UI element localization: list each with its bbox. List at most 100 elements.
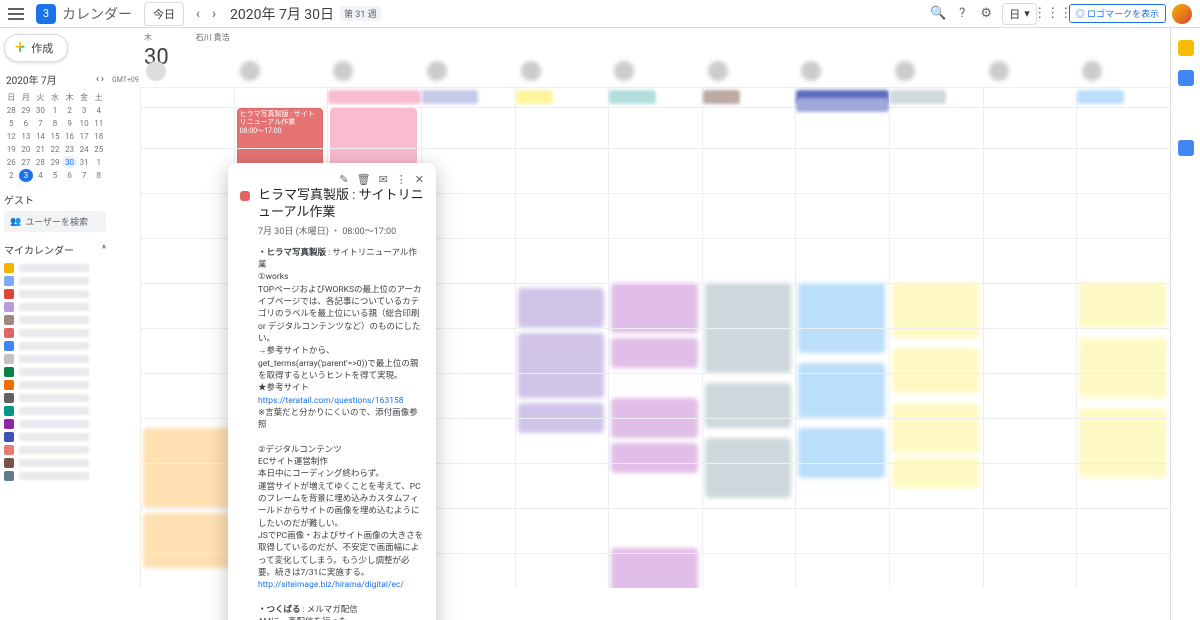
minical-day[interactable]: 16	[62, 130, 77, 143]
menu-icon[interactable]	[8, 4, 28, 24]
minical-day[interactable]: 29	[48, 156, 63, 169]
calendar-event[interactable]	[892, 403, 979, 453]
help-icon[interactable]: ?	[952, 4, 972, 24]
calendar-list-item[interactable]	[4, 471, 106, 481]
calendar-checkbox[interactable]	[4, 419, 14, 429]
resource-column-header[interactable]	[889, 28, 983, 87]
calendar-list-item[interactable]	[4, 367, 106, 377]
calendar-list-item[interactable]	[4, 354, 106, 364]
calendar-event[interactable]	[798, 363, 885, 418]
calendar-checkbox[interactable]	[4, 367, 14, 377]
calendar-event[interactable]	[892, 283, 979, 338]
minical-day[interactable]: 9	[62, 117, 77, 130]
minical-prev[interactable]: ‹	[96, 74, 99, 85]
calendar-event[interactable]	[611, 548, 698, 588]
minical-day[interactable]: 17	[77, 130, 92, 143]
prev-day-button[interactable]: ‹	[190, 6, 206, 22]
calendar-list-item[interactable]	[4, 263, 106, 273]
keep-icon[interactable]	[1178, 40, 1194, 56]
calendar-checkbox[interactable]	[4, 289, 14, 299]
minical-day[interactable]: 3	[77, 104, 92, 117]
minical-day[interactable]: 2	[4, 169, 19, 182]
day-column[interactable]	[795, 108, 889, 588]
account-avatar[interactable]	[1172, 4, 1192, 24]
minical-day[interactable]: 13	[19, 130, 34, 143]
calendar-list-item[interactable]	[4, 341, 106, 351]
allday-event[interactable]	[328, 90, 421, 104]
calendar-checkbox[interactable]	[4, 315, 14, 325]
allday-event[interactable]	[609, 90, 655, 104]
calendar-list-item[interactable]	[4, 432, 106, 442]
minical-day[interactable]: 2	[62, 104, 77, 117]
calendar-event[interactable]	[798, 428, 885, 478]
minical-day[interactable]: 31	[77, 156, 92, 169]
minical-day[interactable]: 5	[4, 117, 19, 130]
chevron-up-icon[interactable]: ^	[102, 244, 106, 255]
calendar-event[interactable]	[798, 283, 885, 353]
guest-search-input[interactable]: 👥 ユーザーを検索	[4, 211, 106, 232]
calendar-list-item[interactable]	[4, 393, 106, 403]
calendar-list-item[interactable]	[4, 380, 106, 390]
minical-day[interactable]: 26	[4, 156, 19, 169]
allday-event[interactable]	[422, 90, 478, 104]
popup-link-2[interactable]: http://siteimage.biz/hirama/digital/ec/	[258, 580, 404, 590]
minical-day[interactable]: 23	[62, 143, 77, 156]
mini-calendar[interactable]: 日月火水木金土282930123456789101112131415161718…	[4, 91, 106, 182]
apps-grid-icon[interactable]: ⋮⋮⋮	[1043, 4, 1063, 24]
edit-icon[interactable]: ✎	[339, 173, 348, 186]
day-column[interactable]	[702, 108, 796, 588]
minical-day[interactable]: 27	[19, 156, 34, 169]
minical-day[interactable]: 1	[48, 104, 63, 117]
resource-column-header[interactable]	[608, 28, 702, 87]
minical-day[interactable]: 22	[48, 143, 63, 156]
minical-day[interactable]: 19	[4, 143, 19, 156]
more-icon[interactable]: ⋮	[396, 173, 407, 186]
day-column[interactable]	[608, 108, 702, 588]
minical-day[interactable]: 28	[33, 156, 48, 169]
day-column[interactable]	[515, 108, 609, 588]
minical-day[interactable]: 6	[62, 169, 77, 182]
popup-link-1[interactable]: https://teratail.com/questions/163158	[258, 396, 404, 406]
calendar-list-item[interactable]	[4, 328, 106, 338]
allday-event[interactable]	[703, 90, 740, 104]
calendar-event[interactable]	[611, 283, 698, 333]
resource-column-header[interactable]	[327, 28, 421, 87]
resource-column-header[interactable]	[795, 28, 889, 87]
minical-day[interactable]: 30	[33, 104, 48, 117]
minical-day[interactable]: 8	[91, 169, 106, 182]
tasks-icon[interactable]	[1178, 70, 1194, 86]
day-column[interactable]	[140, 108, 234, 588]
calendar-event[interactable]	[611, 443, 698, 473]
calendar-list-item[interactable]	[4, 406, 106, 416]
allday-event[interactable]	[1077, 90, 1123, 104]
promo-button[interactable]: ◎ ロゴマークを表示	[1069, 4, 1166, 23]
today-button[interactable]: 今日	[144, 2, 184, 26]
minical-day[interactable]: 6	[19, 117, 34, 130]
minical-day[interactable]: 1	[91, 156, 106, 169]
calendar-checkbox[interactable]	[4, 393, 14, 403]
calendar-event[interactable]	[518, 288, 605, 328]
resource-column-header[interactable]	[983, 28, 1077, 87]
minical-day[interactable]: 4	[33, 169, 48, 182]
minical-day[interactable]: 21	[33, 143, 48, 156]
calendar-checkbox[interactable]	[4, 276, 14, 286]
minical-day[interactable]: 8	[48, 117, 63, 130]
calendar-list-item[interactable]	[4, 419, 106, 429]
calendar-checkbox[interactable]	[4, 354, 14, 364]
calendar-event[interactable]	[611, 338, 698, 368]
minical-day[interactable]: 3	[19, 169, 34, 182]
calendar-list-item[interactable]	[4, 315, 106, 325]
mail-icon[interactable]: ✉	[379, 173, 388, 186]
calendar-checkbox[interactable]	[4, 263, 14, 273]
minical-day[interactable]: 10	[77, 117, 92, 130]
minical-day[interactable]: 15	[48, 130, 63, 143]
minical-next[interactable]: ›	[101, 74, 104, 85]
allday-event[interactable]	[890, 90, 946, 104]
minical-day[interactable]: 20	[19, 143, 34, 156]
calendar-checkbox[interactable]	[4, 302, 14, 312]
allday-event[interactable]	[516, 90, 553, 104]
calendar-checkbox[interactable]	[4, 471, 14, 481]
resource-column-header[interactable]: 木30石川 貴浩	[140, 28, 234, 87]
calendar-checkbox[interactable]	[4, 341, 14, 351]
resource-column-header[interactable]	[702, 28, 796, 87]
